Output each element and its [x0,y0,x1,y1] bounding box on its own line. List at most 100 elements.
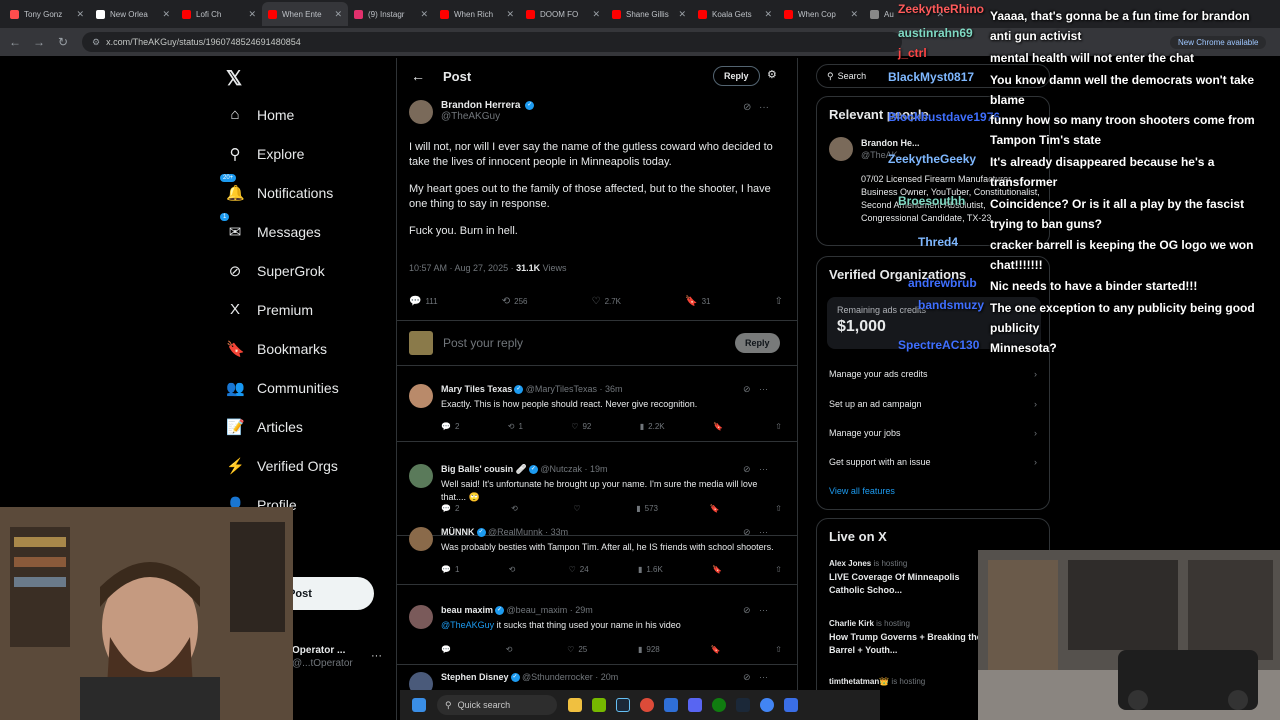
avatar[interactable] [829,137,853,161]
views-action[interactable]: ▮ 2.2K [640,422,665,431]
browser-tab[interactable]: When Rich ✕ [434,2,520,26]
views-action[interactable]: ▮ 1.6K [638,565,663,574]
reply-author-name[interactable]: Mary Tiles Texas [441,384,512,394]
reply-author-handle[interactable]: @Nutczak · 19m [540,464,607,474]
windows-start-icon[interactable] [412,698,426,712]
avatar[interactable] [409,464,433,488]
reply-author-handle[interactable]: @Sthunderrocker · 20m [522,672,618,682]
live-item[interactable]: Alex Jones is hosting LIVE Coverage Of Mi… [829,559,989,597]
chat-username[interactable]: SpectreAC130 [898,338,979,352]
avatar[interactable] [409,527,433,551]
chat-username[interactable]: ZeekytheRhino [898,2,984,16]
browser-tab[interactable]: New Orlea ✕ [90,2,176,26]
more-options-icon[interactable]: ··· [759,527,768,537]
heart-action[interactable]: ♡ [573,504,584,513]
back-arrow-icon[interactable]: ← [6,35,24,49]
nav-item-premium[interactable]: X Premium [226,301,313,318]
author-name[interactable]: Brandon Herrera [441,100,520,111]
more-options-icon[interactable]: ··· [759,102,769,113]
author-handle[interactable]: @TheAKGuy [441,111,534,122]
heart-action[interactable]: ♡ 92 [571,422,591,431]
browser-tab[interactable]: Lofi Ch ✕ [176,2,262,26]
reload-icon[interactable]: ↻ [54,35,72,49]
account-switcher[interactable]: Operator ... @...tOperator [292,645,353,669]
share-action[interactable]: ⇧ [775,565,786,574]
taskbar-search[interactable]: ⚲ Quick search [437,695,557,715]
views-action[interactable]: ▮ 573 [636,504,658,513]
chrome-icon[interactable] [640,698,654,712]
chrome-icon[interactable] [760,698,774,712]
more-options-icon[interactable]: ··· [759,384,768,394]
steam-icon[interactable] [616,698,630,712]
sliders-icon[interactable]: ⚙ [767,68,777,81]
close-icon[interactable]: ✕ [248,9,256,20]
more-options-icon[interactable]: ··· [759,464,768,474]
sidebar-link[interactable]: Manage your jobs › [829,428,1039,438]
chat-username[interactable]: Broesouthh [898,194,965,208]
browser-tab[interactable]: Shane Gillis ✕ [606,2,692,26]
reply-header-button[interactable]: Reply [713,66,760,86]
close-icon[interactable]: ✕ [592,9,600,20]
grok-icon[interactable]: ⊘ [743,527,751,538]
post-author[interactable]: Brandon Herrera ✓ @TheAKGuy [409,100,535,124]
view-all-features-link[interactable]: View all features [829,486,1039,496]
xbox-icon[interactable] [712,698,726,712]
back-arrow-icon[interactable]: ← [411,68,425,84]
live-item[interactable]: timthetatman👑 is hosting [829,677,989,686]
repost-action[interactable]: ⟲ [509,565,520,574]
chat-username[interactable]: ZeekytheGeeky [888,152,976,166]
chat-username[interactable]: j_ctrl [898,46,927,60]
grok-icon[interactable]: ⊘ [743,384,751,395]
nav-item-explore[interactable]: ⚲ Explore [226,145,305,163]
sidebar-link[interactable]: Manage your ads credits › [829,369,1039,379]
close-icon[interactable]: ✕ [678,9,686,20]
browser-tab[interactable]: Tony Gonz ✕ [4,2,90,26]
bookmark-action[interactable]: 🔖 [712,565,726,574]
discord-icon[interactable] [688,698,702,712]
mention-link[interactable]: @TheAKGuy [441,620,494,630]
reply-input[interactable]: Post your reply [443,336,523,350]
close-icon[interactable]: ✕ [420,9,428,20]
reply-author-name[interactable]: Stephen Disney [441,672,509,682]
more-options-icon[interactable]: ··· [759,672,768,682]
url-field[interactable]: ⚙ x.com/TheAKGuy/status/1960748524691480… [82,32,902,52]
more-options-icon[interactable]: ··· [759,605,768,615]
repost-action[interactable]: ⟲ [506,645,517,654]
repost-action[interactable]: ⟲ 1 [508,422,523,431]
views-action[interactable]: ▮ 928 [638,645,660,654]
file-explorer-icon[interactable] [568,698,582,712]
chat-username[interactable]: Blockbustdave1976 [888,110,1000,124]
post-time[interactable]: 10:57 AM · Aug 27, 2025 · [409,263,516,273]
reply-action[interactable]: 💬 111 [409,296,438,307]
nav-item-communities[interactable]: 👥 Communities [226,379,339,397]
bookmark-action[interactable]: 🔖 [710,504,724,513]
grok-icon[interactable]: ⊘ [743,464,751,475]
close-icon[interactable]: ✕ [764,9,772,20]
bookmark-action[interactable]: 🔖 [713,422,727,431]
nav-item-messages[interactable]: ✉ 1 Messages [220,213,321,241]
chat-username[interactable]: andrewbrub [908,276,977,290]
sidebar-link[interactable]: Get support with an issue › [829,457,1039,467]
sidebar-link[interactable]: Set up an ad campaign › [829,399,1039,409]
reply-author-name[interactable]: Big Balls' cousin 🩹 [441,464,527,474]
app-icon[interactable] [664,698,678,712]
repost-action[interactable]: ⟲ [511,504,522,513]
bookmark-action[interactable]: 🔖 [711,645,725,654]
reply-author-name[interactable]: beau maxim [441,605,493,615]
repost-action[interactable]: ⟲ 256 [502,296,528,307]
share-action[interactable]: ⇧ [775,645,786,654]
comment-action[interactable]: 💬 1 [441,565,459,574]
nav-item-home[interactable]: ⌂ Home [226,106,294,123]
avatar[interactable] [409,100,433,124]
steam-icon[interactable] [736,698,750,712]
nav-item-bookmarks[interactable]: 🔖 Bookmarks [226,340,327,358]
reply-author-handle[interactable]: @RealMunnk · 33m [488,527,568,537]
reply-author-name[interactable]: MÜNNK [441,527,475,537]
bookmark-action[interactable]: 🔖 31 [685,296,710,307]
nvidia-icon[interactable] [592,698,606,712]
chat-username[interactable]: austinrahn69 [898,26,973,40]
reply-submit-button[interactable]: Reply [735,333,780,353]
close-icon[interactable]: ✕ [506,9,514,20]
x-logo-icon[interactable]: 𝕏 [226,66,242,91]
nav-item-verified-orgs[interactable]: ⚡ Verified Orgs [226,457,338,475]
